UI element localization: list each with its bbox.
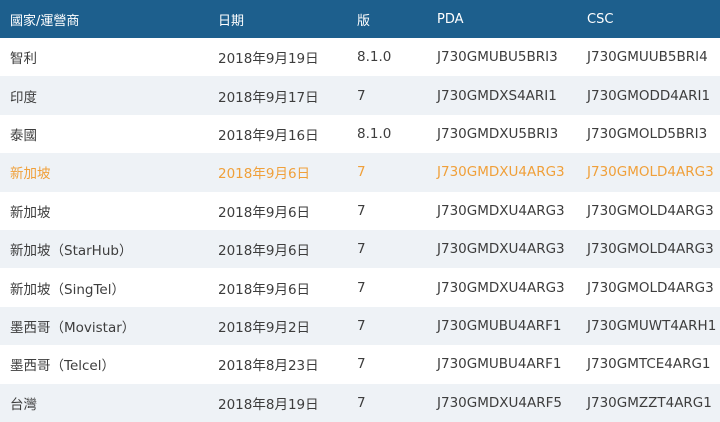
- cell-csc: J730GMUUB5BRI4: [587, 49, 708, 66]
- table-header: 國家/運營商 日期 版 PDA CSC: [0, 0, 720, 38]
- header-version: 版: [357, 13, 371, 29]
- cell-version: 7: [357, 87, 366, 104]
- cell-version: 7: [357, 394, 366, 411]
- cell-csc: J730GMOLD4ARG3: [587, 202, 714, 219]
- firmware-table: 國家/運營商 日期 版 PDA CSC 智利 2018年9月19日 8.1.0 …: [0, 0, 720, 422]
- table-row: 智利 2018年9月19日 8.1.0 J730GMUBU5BRI3 J730G…: [0, 38, 720, 77]
- cell-pda: J730GMUBU5BRI3: [437, 49, 558, 66]
- cell-country: 台灣: [10, 396, 37, 413]
- table-row: 墨西哥（Movistar） 2018年9月2日 7 J730GMUBU4ARF1…: [0, 306, 720, 346]
- cell-version: 7: [357, 279, 366, 296]
- cell-country: 新加坡（SingTel）: [10, 281, 125, 298]
- cell-version: 7: [357, 356, 366, 373]
- cell-country: 智利: [10, 51, 37, 68]
- table-row: 新加坡（SingTel） 2018年9月6日 7 J730GMDXU4ARG3 …: [0, 268, 720, 307]
- cell-date: 2018年9月2日: [218, 319, 311, 336]
- cell-csc: J730GMTCE4ARG1: [587, 356, 711, 373]
- header-csc: CSC: [587, 11, 614, 27]
- cell-version: 8.1.0: [357, 125, 392, 142]
- cell-country: 新加坡: [10, 204, 51, 221]
- header-pda: PDA: [437, 11, 464, 27]
- cell-pda: J730GMDXU4ARF5: [437, 394, 562, 411]
- cell-csc: J730GMODD4ARI1: [587, 87, 711, 104]
- table-row-highlighted: 新加坡 2018年9月6日 7 J730GMDXU4ARG3 J730GMOLD…: [0, 153, 720, 192]
- cell-csc: J730GMZZT4ARG1: [587, 394, 712, 411]
- cell-date: 2018年9月6日: [218, 281, 311, 298]
- table-row: 泰國 2018年9月16日 8.1.0 J730GMDXU5BRI3 J730G…: [0, 114, 720, 154]
- cell-date: 2018年9月6日: [218, 166, 311, 183]
- cell-pda: J730GMDXU4ARG3: [437, 279, 565, 296]
- cell-country: 新加坡: [10, 166, 51, 183]
- cell-csc: J730GMOLD5BRI3: [587, 125, 708, 142]
- cell-csc: J730GMOLD4ARG3: [587, 279, 714, 296]
- cell-country: 墨西哥（Movistar）: [10, 319, 136, 336]
- cell-date: 2018年9月17日: [218, 89, 319, 106]
- cell-date: 2018年9月19日: [218, 51, 319, 68]
- cell-country: 泰國: [10, 127, 37, 144]
- table-row: 印度 2018年9月17日 7 J730GMDXS4ARI1 J730GMODD…: [0, 76, 720, 115]
- cell-pda: J730GMDXU4ARG3: [437, 202, 565, 219]
- cell-csc: J730GMUWT4ARH1: [587, 317, 717, 334]
- table-row: 新加坡 2018年9月6日 7 J730GMDXU4ARG3 J730GMOLD…: [0, 191, 720, 230]
- header-country-carrier: 國家/運營商: [10, 13, 80, 29]
- cell-date: 2018年8月19日: [218, 396, 319, 413]
- cell-country: 印度: [10, 89, 37, 106]
- table-row: 台灣 2018年8月19日 7 J730GMDXU4ARF5 J730GMZZT…: [0, 383, 720, 422]
- cell-pda: J730GMUBU4ARF1: [437, 356, 562, 373]
- cell-country: 墨西哥（Telcel）: [10, 358, 115, 375]
- cell-country: 新加坡（StarHub）: [10, 243, 133, 260]
- table-row: 墨西哥（Telcel） 2018年8月23日 7 J730GMUBU4ARF1 …: [0, 345, 720, 384]
- cell-version: 7: [357, 164, 366, 181]
- cell-pda: J730GMUBU4ARF1: [437, 317, 562, 334]
- cell-date: 2018年9月6日: [218, 243, 311, 260]
- cell-pda: J730GMDXU4ARG3: [437, 241, 565, 258]
- cell-version: 7: [357, 317, 366, 334]
- header-date: 日期: [218, 13, 245, 29]
- cell-csc: J730GMOLD4ARG3: [587, 164, 714, 181]
- cell-date: 2018年8月23日: [218, 358, 319, 375]
- cell-pda: J730GMDXU5BRI3: [437, 125, 559, 142]
- cell-date: 2018年9月16日: [218, 127, 319, 144]
- cell-version: 8.1.0: [357, 49, 392, 66]
- cell-version: 7: [357, 241, 366, 258]
- table-row: 新加坡（StarHub） 2018年9月6日 7 J730GMDXU4ARG3 …: [0, 229, 720, 269]
- cell-pda: J730GMDXS4ARI1: [437, 87, 557, 104]
- cell-csc: J730GMOLD4ARG3: [587, 241, 714, 258]
- cell-version: 7: [357, 202, 366, 219]
- cell-pda: J730GMDXU4ARG3: [437, 164, 565, 181]
- cell-date: 2018年9月6日: [218, 204, 311, 221]
